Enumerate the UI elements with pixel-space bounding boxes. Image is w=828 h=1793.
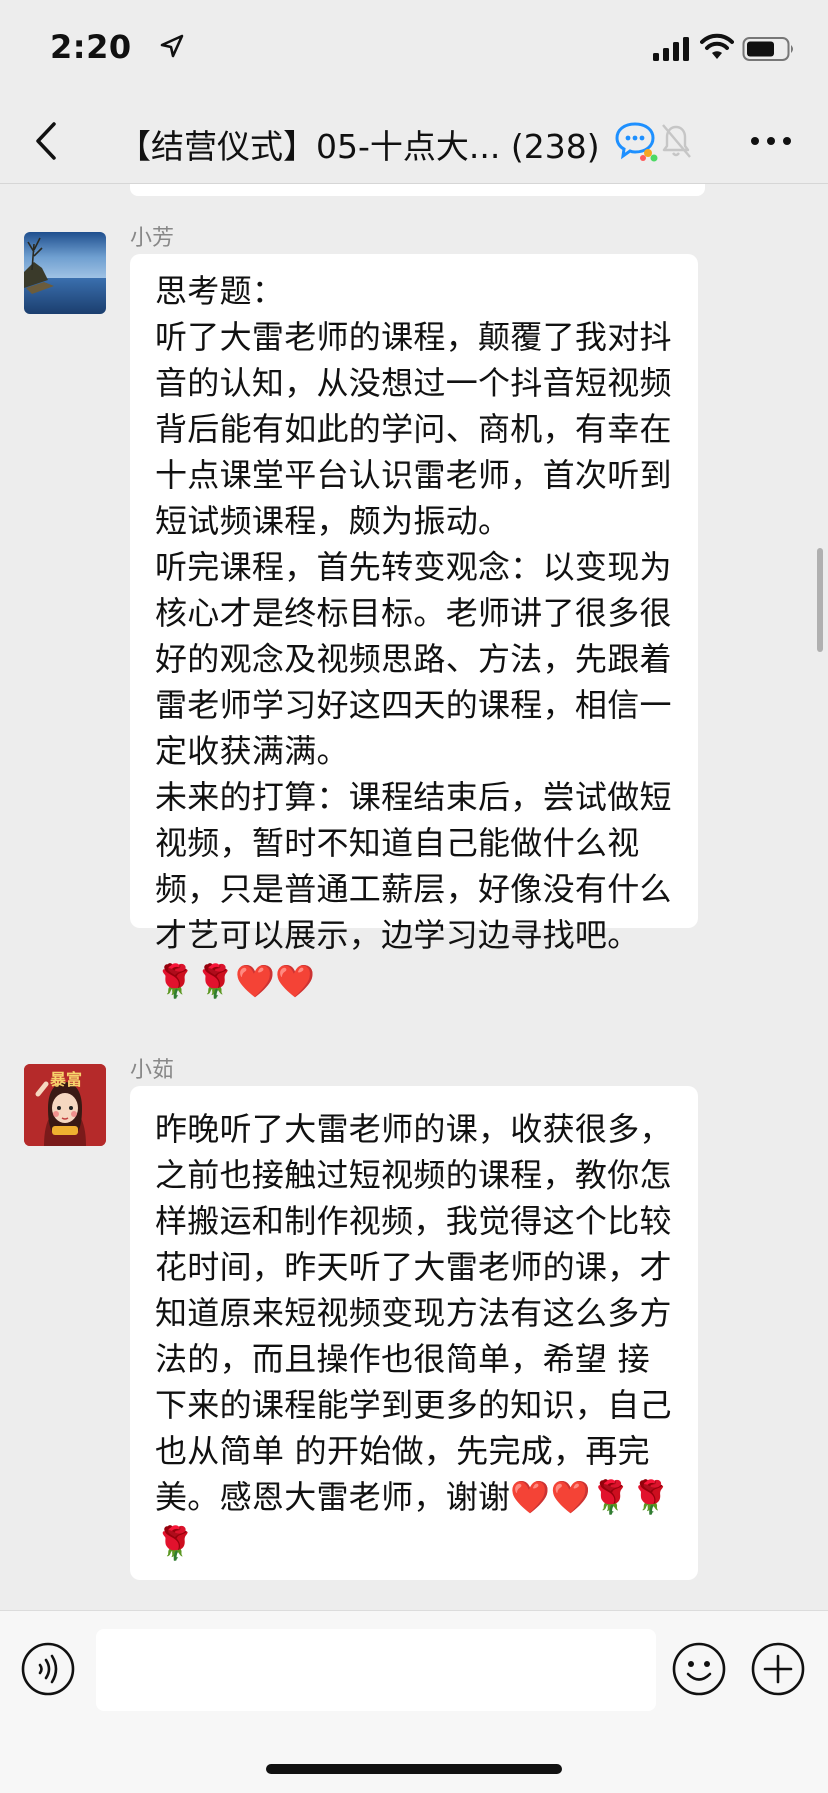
nav-bar: 【结营仪式】05-十点大... (238) (0, 100, 828, 184)
message-text: 昨晚听了大雷老师的课，收获很多，之前也接触过短视频的课程，教你怎样搬运和制作视频… (155, 1110, 672, 1562)
previous-message-bubble (130, 184, 705, 196)
plus-icon[interactable] (750, 1641, 806, 1697)
status-bar: 2:20 (0, 0, 828, 100)
scroll-indicator[interactable] (817, 548, 823, 652)
voice-icon[interactable] (20, 1641, 76, 1697)
battery-icon (742, 37, 793, 61)
message-input[interactable] (96, 1629, 656, 1711)
input-bar (0, 1610, 828, 1793)
chat-bubble-icon[interactable] (614, 120, 660, 162)
chat-message-list[interactable]: 小芳 思考题： 听了大雷老师的课程，颠覆了我对抖音的认知，从没想过一个抖音短视频… (0, 184, 828, 1610)
location-arrow-icon (160, 34, 184, 58)
avatar-label: 暴富 (50, 1070, 83, 1089)
wifi-icon (700, 33, 734, 59)
message-bubble[interactable]: 思考题： 听了大雷老师的课程，颠覆了我对抖音的认知，从没想过一个抖音短视频背后能… (130, 254, 698, 1000)
message-bubble[interactable]: 昨晚听了大雷老师的课，收获很多，之前也接触过短视频的课程，教你怎样搬运和制作视频… (130, 1086, 698, 1580)
cellular-signal-icon (653, 37, 689, 61)
cartoon-girl-avatar[interactable]: 暴富 (24, 1064, 106, 1146)
home-indicator (266, 1764, 562, 1774)
sender-name: 小芳 (130, 226, 175, 251)
lake-landscape-avatar[interactable] (24, 232, 106, 314)
mute-bell-icon (662, 124, 691, 158)
back-chevron-icon[interactable] (26, 118, 66, 164)
sender-name: 小茹 (130, 1058, 175, 1083)
emoji-icon[interactable] (671, 1641, 727, 1697)
chat-title: 【结营仪式】05-十点大... (238) (118, 127, 600, 166)
message-text: 思考题： 听了大雷老师的课程，颠覆了我对抖音的认知，从没想过一个抖音短视频背后能… (155, 272, 672, 1000)
more-dots-icon[interactable] (748, 126, 794, 156)
status-time: 2:20 (50, 28, 132, 66)
